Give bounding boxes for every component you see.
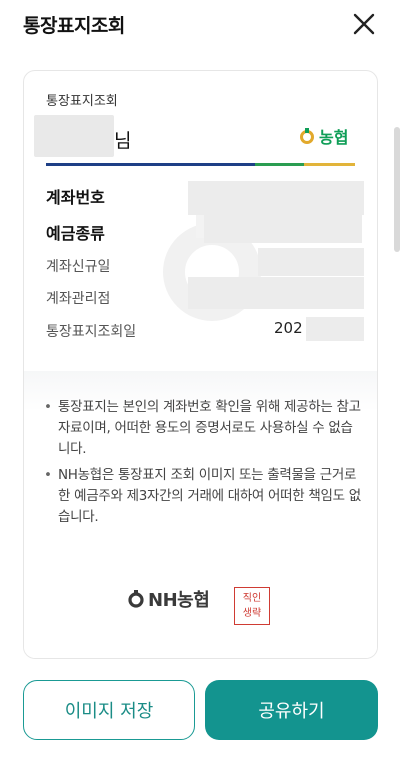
row-label-deposit-type: 예금종류 bbox=[46, 224, 105, 243]
close-icon bbox=[353, 13, 375, 35]
account-number-masked bbox=[188, 181, 364, 215]
notice-item: NH농협은 통장표지 조회 이미지 또는 출력물을 근거로 한 예금주와 제3자… bbox=[44, 465, 362, 528]
branch-masked bbox=[188, 277, 364, 309]
row-label-account-number: 계좌번호 bbox=[46, 188, 105, 207]
stripe-yellow bbox=[304, 163, 355, 166]
inquiry-date-value: 202 bbox=[274, 319, 303, 337]
row-label-branch: 계좌관리점 bbox=[46, 291, 111, 307]
passbook-cover-card: 통장표지조회 님 농협 계좌번호 예금종류 계좌신규일 계좌관리점 통장표지조회… bbox=[23, 70, 378, 659]
deposit-type-masked bbox=[204, 215, 362, 243]
inquiry-date-masked bbox=[306, 317, 364, 341]
account-holder-name-masked bbox=[34, 115, 114, 157]
stamp-line-2: 생략 bbox=[242, 608, 262, 619]
card-label: 통장표지조회 bbox=[46, 94, 118, 109]
notice-item: 통장표지는 본인의 계좌번호 확인을 위해 제공하는 참고자료이며, 어떠한 용… bbox=[44, 397, 362, 460]
seal-omitted-stamp: 직인 생략 bbox=[234, 587, 270, 625]
header: 통장표지조회 bbox=[0, 0, 400, 50]
save-image-button[interactable]: 이미지 저장 bbox=[23, 680, 195, 740]
nh-logo-icon bbox=[300, 128, 314, 144]
stripe-navy bbox=[46, 163, 255, 166]
stamp-line-1: 직인 bbox=[242, 593, 262, 604]
row-label-open-date: 계좌신규일 bbox=[46, 259, 111, 275]
page-title: 통장표지조회 bbox=[23, 15, 125, 37]
row-label-inquiry-date: 통장표지조회일 bbox=[46, 324, 137, 340]
nh-logo-icon bbox=[128, 590, 144, 608]
share-button[interactable]: 공유하기 bbox=[205, 680, 378, 740]
close-button[interactable] bbox=[350, 10, 378, 38]
footer-logo-text: NH농협 bbox=[148, 590, 210, 611]
stripe-green bbox=[255, 163, 304, 166]
notice-list: 통장표지는 본인의 계좌번호 확인을 위해 제공하는 참고자료이며, 어떠한 용… bbox=[44, 397, 362, 533]
scrollbar-thumb[interactable] bbox=[394, 127, 400, 252]
account-holder-suffix: 님 bbox=[114, 130, 132, 152]
nh-logo-text: 농협 bbox=[319, 128, 349, 147]
footer-nh-logo: NH농협 bbox=[127, 586, 210, 612]
open-date-masked bbox=[258, 248, 364, 276]
nh-bank-logo: 농협 bbox=[299, 124, 348, 148]
